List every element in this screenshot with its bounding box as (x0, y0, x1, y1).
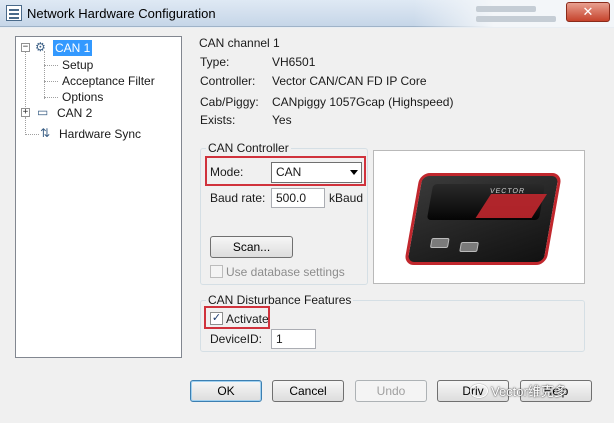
device-id-label: DeviceID: (210, 332, 263, 346)
mode-highlight (205, 156, 366, 186)
collapse-icon[interactable]: − (21, 43, 30, 52)
device-port (429, 238, 450, 248)
activate-highlight (204, 306, 270, 329)
controller-value: Vector CAN/CAN FD IP Core (272, 74, 427, 88)
baud-unit-label: kBaud (329, 191, 364, 205)
channel-tree[interactable]: − ⚙ CAN 1 Setup Acceptance Filter Option… (15, 36, 182, 358)
device-image: VECTOR (373, 150, 585, 284)
vh6501-device-image: VECTOR (403, 173, 563, 265)
tree-item-can2[interactable]: + ▭ CAN 2 (16, 105, 176, 121)
type-label: Type: (200, 55, 230, 69)
piggy-label: Cab/Piggy: (200, 95, 259, 109)
can-device-icon: ⚙ (35, 40, 46, 54)
can-controller-legend: CAN Controller (206, 141, 291, 155)
tree-item-label: Setup (62, 58, 94, 72)
watermark-text: Vector维克多 (491, 384, 567, 399)
tree-item-label: Acceptance Filter (62, 74, 155, 88)
controller-label: Controller: (200, 74, 256, 88)
tree-item-label: CAN 2 (57, 106, 93, 120)
piggy-value: CANpiggy 1057Gcap (Highspeed) (272, 95, 454, 109)
device-brand: VECTOR (489, 188, 526, 195)
dialog-client: − ⚙ CAN 1 Setup Acceptance Filter Option… (0, 28, 614, 423)
close-button[interactable]: ✕ (566, 2, 610, 22)
background-text (476, 6, 536, 12)
app-icon (6, 5, 22, 21)
baud-rate-input[interactable]: 500.0 (271, 188, 325, 208)
tree-item-can1[interactable]: − ⚙ CAN 1 (16, 40, 176, 56)
tree-item-label: Options (62, 90, 104, 104)
baud-rate-label: Baud rate: (210, 191, 266, 205)
use-database-label: Use database settings (226, 265, 345, 279)
tree-item-label: Hardware Sync (59, 127, 142, 141)
device-id-input[interactable]: 1 (271, 329, 316, 349)
tree-item-hardware-sync[interactable]: ⇅ Hardware Sync (16, 126, 176, 142)
window-title: Network Hardware Configuration (27, 6, 216, 21)
tree-connector (44, 81, 58, 82)
wechat-icon (470, 384, 488, 398)
sync-icon: ⇅ (40, 126, 51, 140)
scan-button[interactable]: Scan... (210, 236, 293, 258)
background-text (476, 16, 556, 22)
tree-connector (44, 97, 58, 98)
watermark: Vector维克多 (470, 381, 567, 400)
title-bar: Network Hardware Configuration ✕ (0, 0, 614, 27)
tree-item-label: CAN 1 (53, 40, 93, 56)
exists-value: Yes (272, 113, 292, 127)
ok-button[interactable]: OK (190, 380, 262, 402)
computer-icon: ▭ (37, 105, 49, 119)
tree-connector (25, 51, 26, 113)
tree-connector (44, 65, 58, 66)
disturbance-legend: CAN Disturbance Features (206, 293, 354, 307)
expand-icon[interactable]: + (21, 108, 30, 117)
device-port (459, 242, 479, 252)
use-database-checkbox[interactable] (210, 265, 223, 278)
exists-label: Exists: (200, 113, 236, 127)
undo-button[interactable]: Undo (355, 380, 427, 402)
type-value: VH6501 (272, 55, 316, 69)
channel-title: CAN channel 1 (199, 36, 280, 50)
tree-connector (44, 51, 45, 99)
cancel-button[interactable]: Cancel (272, 380, 344, 402)
